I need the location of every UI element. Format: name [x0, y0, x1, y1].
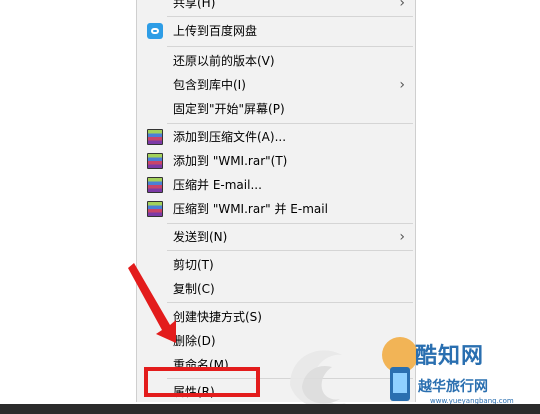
menu-separator — [167, 223, 413, 224]
menu-item-label: 添加到 "WMI.rar"(T) — [173, 154, 288, 168]
watermark-subtitle: 越华旅行网 — [418, 379, 488, 395]
menu-item-pin-start[interactable]: 固定到"开始"屏幕(P) — [137, 98, 415, 120]
chevron-right-icon: › — [399, 229, 405, 245]
menu-item-label: 添加到压缩文件(A)... — [173, 130, 287, 144]
menu-item-restore-versions[interactable]: 还原以前的版本(V) — [137, 50, 415, 72]
menu-item-label: 压缩到 "WMI.rar" 并 E-mail — [173, 202, 328, 216]
menu-item-label: 还原以前的版本(V) — [173, 54, 275, 68]
menu-item-label: 上传到百度网盘 — [173, 24, 258, 38]
menu-separator — [167, 250, 413, 251]
menu-item-share[interactable]: 共享(H) › — [137, 0, 415, 14]
menu-item-include-library[interactable]: 包含到库中(I) › — [137, 74, 415, 96]
menu-item-cut[interactable]: 剪切(T) — [137, 254, 415, 276]
chevron-right-icon: › — [399, 0, 405, 11]
winrar-icon — [147, 153, 163, 169]
menu-item-label: 剪切(T) — [173, 258, 214, 272]
menu-item-label: 删除(D) — [173, 334, 216, 348]
menu-item-send-to[interactable]: 发送到(N) › — [137, 226, 415, 248]
menu-item-label: 共享(H) — [173, 0, 216, 10]
winrar-icon — [147, 129, 163, 145]
menu-item-label: 固定到"开始"屏幕(P) — [173, 102, 285, 116]
menu-item-compress-rar-email[interactable]: 压缩到 "WMI.rar" 并 E-mail — [137, 198, 415, 220]
highlight-box — [144, 367, 260, 397]
menu-item-add-archive[interactable]: 添加到压缩文件(A)... — [137, 126, 415, 148]
menu-item-label: 包含到库中(I) — [173, 78, 246, 92]
menu-item-copy[interactable]: 复制(C) — [137, 278, 415, 300]
menu-item-label: 复制(C) — [173, 282, 215, 296]
menu-item-label: 创建快捷方式(S) — [173, 310, 262, 324]
menu-item-compress-email[interactable]: 压缩并 E-mail... — [137, 174, 415, 196]
winrar-icon — [147, 177, 163, 193]
menu-item-label: 发送到(N) — [173, 230, 228, 244]
winrar-icon — [147, 201, 163, 217]
menu-separator — [167, 123, 413, 124]
menu-separator — [167, 16, 413, 17]
chevron-right-icon: › — [399, 77, 405, 93]
watermark-title: 酷知网 — [415, 344, 485, 369]
menu-separator — [167, 46, 413, 47]
taskbar-strip — [0, 404, 540, 414]
menu-item-add-to-rar[interactable]: 添加到 "WMI.rar"(T) — [137, 150, 415, 172]
menu-separator — [167, 302, 413, 303]
baidu-netdisk-icon — [147, 23, 163, 39]
menu-item-label: 压缩并 E-mail... — [173, 178, 262, 192]
menu-item-upload-baidu[interactable]: 上传到百度网盘 — [137, 20, 415, 42]
